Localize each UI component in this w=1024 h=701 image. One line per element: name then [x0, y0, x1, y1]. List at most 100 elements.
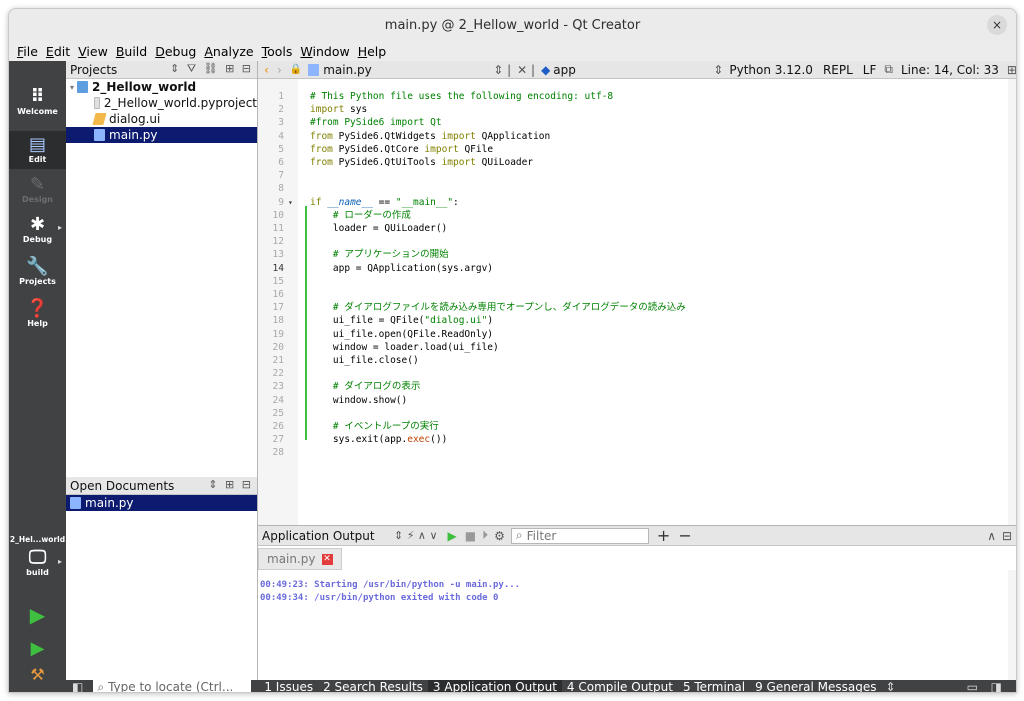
- line-number: 12: [272, 236, 284, 248]
- menu-debug[interactable]: Debug: [151, 44, 200, 59]
- line-number: 7: [278, 170, 284, 182]
- mode-design[interactable]: ✎ Design: [9, 175, 66, 211]
- menu-file[interactable]: File: [13, 44, 42, 59]
- project-tree-pane: Projects ⇕ ⛛ ⛓ ⊞ ⊟ ▾ 2_Hellow_world 2_He…: [66, 61, 258, 680]
- line-number: 26: [272, 421, 284, 432]
- run-button[interactable]: ▶: [9, 605, 66, 629]
- code-text: ui_file.close(): [310, 355, 419, 366]
- close-pane-icon[interactable]: ⊟: [1002, 529, 1012, 543]
- split-editor-icon[interactable]: ⊞: [1007, 63, 1016, 77]
- output-title: Application Output: [262, 528, 375, 543]
- add-icon[interactable]: +: [657, 526, 670, 545]
- tree-item-label: main.py: [109, 128, 158, 142]
- search-icon: ⌕: [97, 679, 105, 693]
- projects-pane-header: Projects ⇕ ⛛ ⛓ ⊞ ⊟: [66, 61, 257, 79]
- changed-lines-marker: [305, 206, 307, 440]
- more-panes-icon[interactable]: ⇕: [886, 680, 896, 692]
- mode-help[interactable]: ❓ Help: [9, 299, 66, 335]
- rerun-icon[interactable]: ▶: [448, 529, 457, 543]
- line-ending[interactable]: LF: [863, 63, 877, 77]
- fold-arrow-icon[interactable]: ▾: [288, 196, 293, 209]
- debug-run-icon: ▶: [30, 638, 45, 659]
- symbol-dropdown-icon[interactable]: ⇕: [713, 63, 723, 77]
- attach-icon[interactable]: ⏵: [482, 528, 488, 543]
- pencil-icon: ✎: [29, 174, 46, 195]
- sidebar-toggle-icon[interactable]: ◧: [72, 680, 83, 692]
- menu-build[interactable]: Build: [112, 44, 151, 59]
- file-icon: [94, 97, 100, 109]
- mode-debug[interactable]: ✱ Debug ▸: [9, 215, 66, 251]
- gear-icon[interactable]: ⚙: [494, 529, 505, 543]
- tree-item-selected[interactable]: main.py: [66, 127, 257, 143]
- output-pane-application-output[interactable]: 3 Application Output: [427, 680, 562, 692]
- output-line: 00:49:23: Starting /usr/bin/python -u ma…: [260, 580, 521, 590]
- help-icon: ❓: [26, 298, 49, 319]
- qt-creator-window: main.py @ 2_Hellow_world - Qt Creator × …: [8, 8, 1017, 693]
- menu-analyze[interactable]: Analyze: [200, 44, 257, 59]
- tree-root[interactable]: ▾ 2_Hellow_world: [66, 79, 257, 95]
- output-pane-search-results[interactable]: 2 Search Results: [318, 680, 428, 692]
- close-document-icon[interactable]: ✕ |: [517, 63, 535, 77]
- current-file-label[interactable]: main.py: [323, 63, 493, 77]
- mode-edit[interactable]: ▤ Edit: [9, 131, 66, 169]
- output-pane-terminal[interactable]: 5 Terminal: [678, 680, 750, 692]
- chevron-down-icon: ▾: [70, 82, 75, 92]
- pane-tools[interactable]: ⇕ ⛛ ⛓ ⊞ ⊟: [170, 62, 253, 76]
- line-number: 15: [272, 275, 284, 287]
- symbol-selector[interactable]: app: [553, 63, 713, 77]
- pane-tools[interactable]: ⇕ ⊞ ⊟: [208, 478, 253, 491]
- tree-item[interactable]: 2_Hellow_world.pyproject: [66, 95, 257, 111]
- locator-input[interactable]: ⌕ Type to locate (Ctrl...: [93, 679, 252, 693]
- stop-icon[interactable]: ■: [465, 529, 476, 543]
- build-button[interactable]: ⚒: [9, 665, 66, 689]
- debug-run-button[interactable]: ▶: [9, 639, 66, 663]
- cursor-position[interactable]: Line: 14, Col: 33: [901, 63, 999, 77]
- menu-view[interactable]: View: [74, 44, 112, 59]
- close-tab-icon[interactable]: ✕: [321, 553, 333, 565]
- kit-selector[interactable]: 2_Hel...world 🖵 build ▸: [9, 535, 66, 577]
- open-doc-label: main.py: [85, 496, 134, 510]
- forward-icon[interactable]: ›: [277, 63, 282, 77]
- menu-edit[interactable]: Edit: [42, 44, 74, 59]
- split-icon[interactable]: ⧉: [884, 62, 893, 77]
- code-text: from PySide6.QtWidgets import QApplicati…: [310, 130, 551, 142]
- remove-icon[interactable]: −: [678, 526, 691, 545]
- progress-icon[interactable]: ▭: [967, 680, 978, 692]
- close-button[interactable]: ×: [987, 15, 1007, 35]
- file-dropdown-icon[interactable]: ⇕ |: [493, 63, 511, 77]
- back-icon[interactable]: ‹: [264, 63, 269, 77]
- python-file-icon: [308, 63, 320, 76]
- open-documents-pane: Open Documents ⇕ ⊞ ⊟ main.py: [66, 477, 257, 511]
- filter-input[interactable]: ⌕ Filter: [510, 527, 649, 544]
- line-number: 11: [272, 223, 284, 234]
- maximize-icon[interactable]: ∧: [987, 529, 996, 543]
- open-doc-item[interactable]: main.py: [66, 495, 257, 511]
- line-number: 17: [272, 302, 284, 314]
- output-pane-general-messages[interactable]: 9 General Messages: [750, 680, 881, 692]
- editor-scrollbar[interactable]: [1008, 79, 1016, 525]
- python-interpreter[interactable]: Python 3.12.0: [729, 63, 813, 77]
- line-number: 20: [272, 341, 284, 353]
- code-text: # アプリケーションの開始: [310, 249, 449, 261]
- output-tools[interactable]: ⇕ ⚡ ∧ ∨: [394, 529, 438, 542]
- line-number: 19: [272, 328, 284, 340]
- code-editor[interactable]: 1 # This Python file uses the following e…: [258, 79, 1016, 525]
- output-pane-compile-output[interactable]: 4 Compile Output: [562, 680, 678, 692]
- tree-item[interactable]: dialog.ui: [66, 111, 257, 127]
- mode-projects[interactable]: 🔧 Projects: [9, 257, 66, 293]
- output-tab[interactable]: main.py ✕: [258, 548, 342, 570]
- output-scrollbar[interactable]: [1008, 570, 1016, 681]
- menu-help[interactable]: Help: [354, 44, 391, 59]
- menu-tools[interactable]: Tools: [258, 44, 297, 59]
- code-text: # ダイアログファイルを読み込み専用でオープンし、ダイアログデータの読み込み: [310, 302, 686, 314]
- repl-button[interactable]: REPL: [823, 63, 853, 77]
- mode-welcome[interactable]: ⠿ Welcome: [9, 87, 66, 123]
- right-sidebar-toggle-icon[interactable]: ◨: [991, 680, 1002, 692]
- output-pane-issues[interactable]: 1 Issues: [259, 680, 318, 692]
- status-bar: ◧ ⌕ Type to locate (Ctrl... 1 Issues 2 S…: [66, 679, 1016, 693]
- symbol-icon: ◆: [541, 62, 551, 77]
- line-number: 6: [278, 157, 284, 168]
- menu-window[interactable]: Window: [296, 44, 353, 59]
- output-tab-label: main.py: [267, 552, 316, 566]
- filter-placeholder: Filter: [526, 528, 557, 543]
